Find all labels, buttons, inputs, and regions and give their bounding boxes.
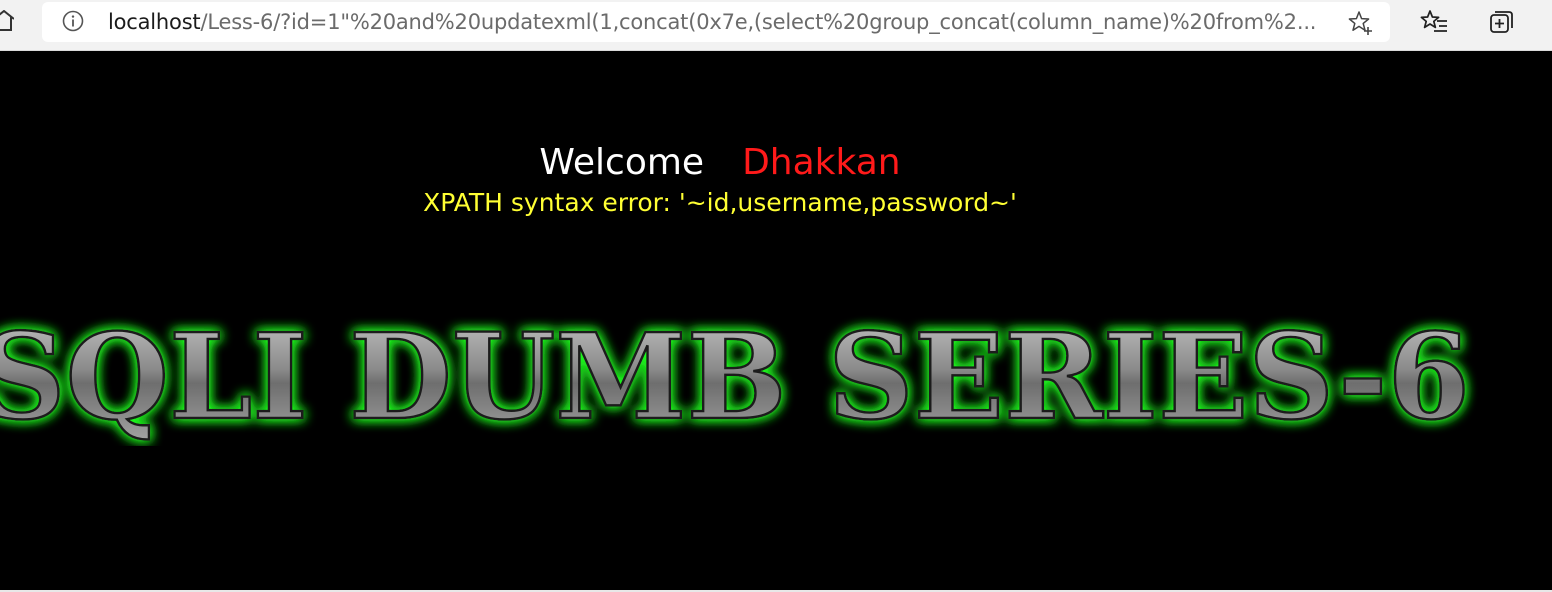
home-icon[interactable] [0, 10, 14, 32]
url-host: localhost [108, 10, 201, 34]
url-text[interactable]: localhost/Less-6/?id=1"%20and%20updatexm… [108, 9, 1332, 35]
user-name: Dhakkan [742, 142, 901, 183]
favorites-list-icon[interactable] [1420, 8, 1448, 36]
error-message: XPATH syntax error: '~id,username,passwo… [423, 188, 1017, 217]
url-path: /Less-6/?id=1"%20and%20updatexml(1,conca… [200, 10, 1317, 34]
address-bar[interactable]: localhost/Less-6/?id=1"%20and%20updatexm… [42, 2, 1390, 42]
banner-title-image: SQLI DUMB SERIES-6 [0, 306, 1471, 446]
welcome-label: Welcome [539, 142, 705, 183]
welcome-line: Welcome Dhakkan [0, 141, 1440, 185]
collections-icon[interactable] [1488, 8, 1516, 36]
banner-text: SQLI DUMB SERIES-6 [0, 307, 1470, 446]
info-icon[interactable] [62, 10, 84, 32]
browser-toolbar: localhost/Less-6/?id=1"%20and%20updatexm… [0, 0, 1552, 51]
page-content: Welcome Dhakkan XPATH syntax error: '~id,… [0, 51, 1552, 590]
add-favorite-star-icon[interactable] [1348, 10, 1374, 36]
